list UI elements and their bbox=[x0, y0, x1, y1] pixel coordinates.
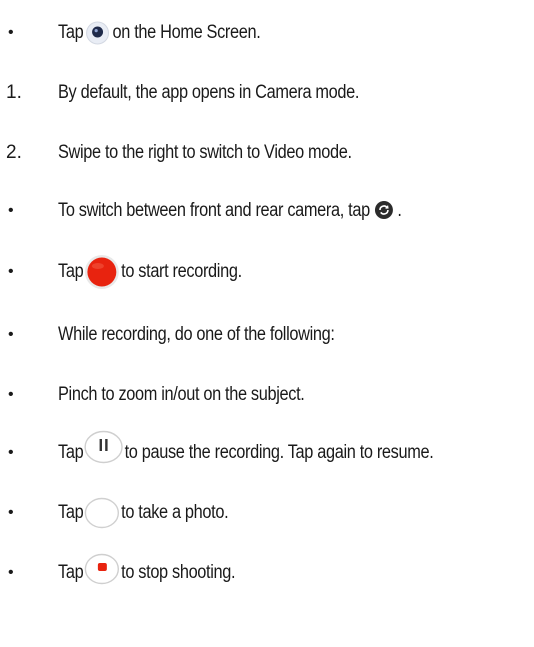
step-text-before: To switch between front and rear camera,… bbox=[58, 200, 370, 221]
list-item: • Pinch to zoom in/out on the subject. bbox=[0, 375, 534, 415]
bullet-marker: • bbox=[8, 326, 14, 343]
step-text-before: Tap bbox=[58, 442, 84, 463]
list-item: 2. Swipe to the right to switch to Video… bbox=[0, 133, 534, 173]
step-text-after: on the Home Screen. bbox=[112, 22, 261, 43]
step-text-after: to stop shooting. bbox=[121, 562, 236, 583]
shutter-button-icon bbox=[84, 497, 120, 529]
step-text: Tap on the Home Screen. bbox=[58, 20, 261, 46]
bullet-marker: • bbox=[8, 386, 14, 403]
camera-app-icon bbox=[85, 20, 111, 46]
bullet-marker: • bbox=[8, 202, 14, 219]
bullet-marker: • bbox=[8, 504, 14, 521]
switch-camera-icon bbox=[372, 199, 396, 223]
step-text-body: By default, the app opens in Camera mode… bbox=[58, 82, 360, 103]
step-text-after: to pause the recording. Tap again to res… bbox=[124, 442, 434, 463]
step-text-after: . bbox=[397, 200, 402, 221]
pause-button-icon bbox=[84, 430, 124, 464]
step-text: Tap to start recording. bbox=[58, 254, 242, 290]
step-text-body: Pinch to zoom in/out on the subject. bbox=[58, 384, 305, 405]
number-marker: 1. bbox=[6, 82, 22, 103]
step-text-after: to start recording. bbox=[121, 261, 242, 282]
list-item: • Tap to stop shooting. bbox=[0, 553, 534, 593]
list-item: • While recording, do one of the followi… bbox=[0, 315, 534, 355]
list-item: • Tap to start recording. bbox=[0, 252, 534, 292]
step-text-before: Tap bbox=[58, 502, 84, 523]
step-text-before: Tap bbox=[58, 562, 84, 583]
step-text: Tap to stop shooting. bbox=[58, 553, 236, 585]
step-text: To switch between front and rear camera,… bbox=[58, 199, 402, 223]
instruction-list: • Tap on the Home Screen. 1. By default,… bbox=[0, 0, 534, 647]
record-button-icon bbox=[84, 254, 120, 290]
list-item: 1. By default, the app opens in Camera m… bbox=[0, 73, 534, 113]
step-text: While recording, do one of the following… bbox=[58, 324, 335, 346]
step-text: Swipe to the right to switch to Video mo… bbox=[58, 142, 352, 164]
list-item: • Tap to take a photo. bbox=[0, 493, 534, 533]
stop-button-icon bbox=[84, 553, 120, 585]
step-text: Tap to pause the recording. Tap again to… bbox=[58, 430, 434, 464]
bullet-marker: • bbox=[8, 263, 14, 280]
bullet-marker: • bbox=[8, 564, 14, 581]
step-text: Pinch to zoom in/out on the subject. bbox=[58, 384, 305, 406]
step-text-body: While recording, do one of the following… bbox=[58, 324, 335, 345]
list-item: • To switch between front and rear camer… bbox=[0, 191, 534, 231]
step-text-body: Swipe to the right to switch to Video mo… bbox=[58, 142, 352, 163]
list-item: • Tap on the Home Screen. bbox=[0, 13, 534, 53]
step-text-after: to take a photo. bbox=[121, 502, 229, 523]
list-item: • Tap to pause the recording. Tap again … bbox=[0, 430, 534, 473]
step-text: By default, the app opens in Camera mode… bbox=[58, 82, 359, 104]
step-text-before: Tap bbox=[58, 22, 84, 43]
step-text: Tap to take a photo. bbox=[58, 497, 229, 529]
bullet-marker: • bbox=[8, 24, 14, 41]
step-text-before: Tap bbox=[58, 261, 84, 282]
number-marker: 2. bbox=[6, 142, 22, 163]
bullet-marker: • bbox=[8, 444, 14, 461]
